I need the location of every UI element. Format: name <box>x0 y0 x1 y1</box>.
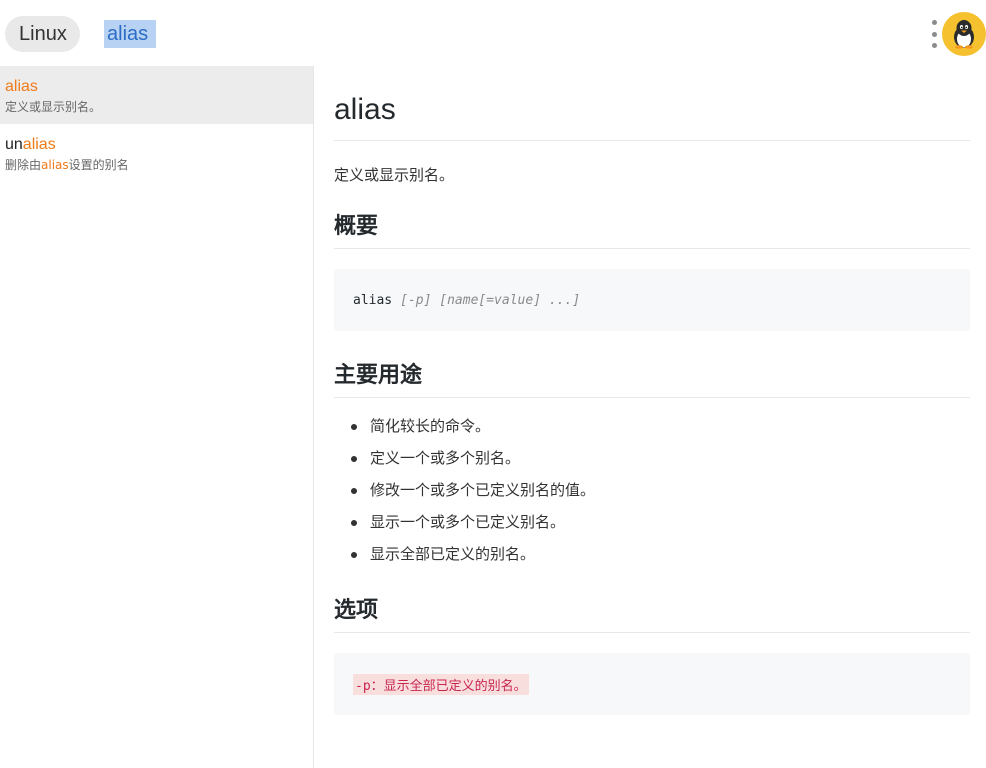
result-title: unalias <box>5 136 56 153</box>
list-item: 简化较长的命令。 <box>334 410 970 442</box>
usage-list: 简化较长的命令。 定义一个或多个别名。 修改一个或多个已定义别名的值。 显示一个… <box>334 410 970 570</box>
top-bar: Linux <box>0 0 986 66</box>
synopsis-code-block: alias [-p] [name[=value] ...] <box>334 269 970 331</box>
tux-penguin-icon[interactable] <box>942 12 986 56</box>
result-desc: 定义或显示别名。 <box>5 100 102 114</box>
options-code-block: -p：显示全部已定义的别名。 <box>334 653 970 715</box>
category-chip[interactable]: Linux <box>5 16 80 52</box>
page-description: 定义或显示别名。 <box>334 166 455 184</box>
result-title: alias <box>5 78 38 95</box>
usage-heading: 主要用途 <box>334 361 970 398</box>
result-item-alias[interactable]: alias 定义或显示别名。 <box>0 66 313 124</box>
synopsis-args: [-p] [name[=value] ...] <box>400 292 581 308</box>
list-item: 显示一个或多个已定义别名。 <box>334 506 970 538</box>
results-sidebar: alias 定义或显示别名。 unalias 删除由alias设置的别名 <box>0 66 314 768</box>
doc-content: alias 定义或显示别名。 概要 alias [-p] [name[=valu… <box>334 66 970 715</box>
options-heading: 选项 <box>334 596 970 633</box>
more-vert-icon[interactable] <box>924 18 944 50</box>
synopsis-command: alias <box>353 292 393 308</box>
search-input[interactable] <box>104 16 804 52</box>
list-item: 显示全部已定义的别名。 <box>334 538 970 570</box>
result-desc: 删除由alias设置的别名 <box>5 158 129 172</box>
result-item-unalias[interactable]: unalias 删除由alias设置的别名 <box>0 124 313 182</box>
page-title: alias <box>334 90 970 141</box>
list-item: 定义一个或多个别名。 <box>334 442 970 474</box>
list-item: 修改一个或多个已定义别名的值。 <box>334 474 970 506</box>
synopsis-heading: 概要 <box>334 212 970 249</box>
option-p-text: -p：显示全部已定义的别名。 <box>353 673 529 695</box>
